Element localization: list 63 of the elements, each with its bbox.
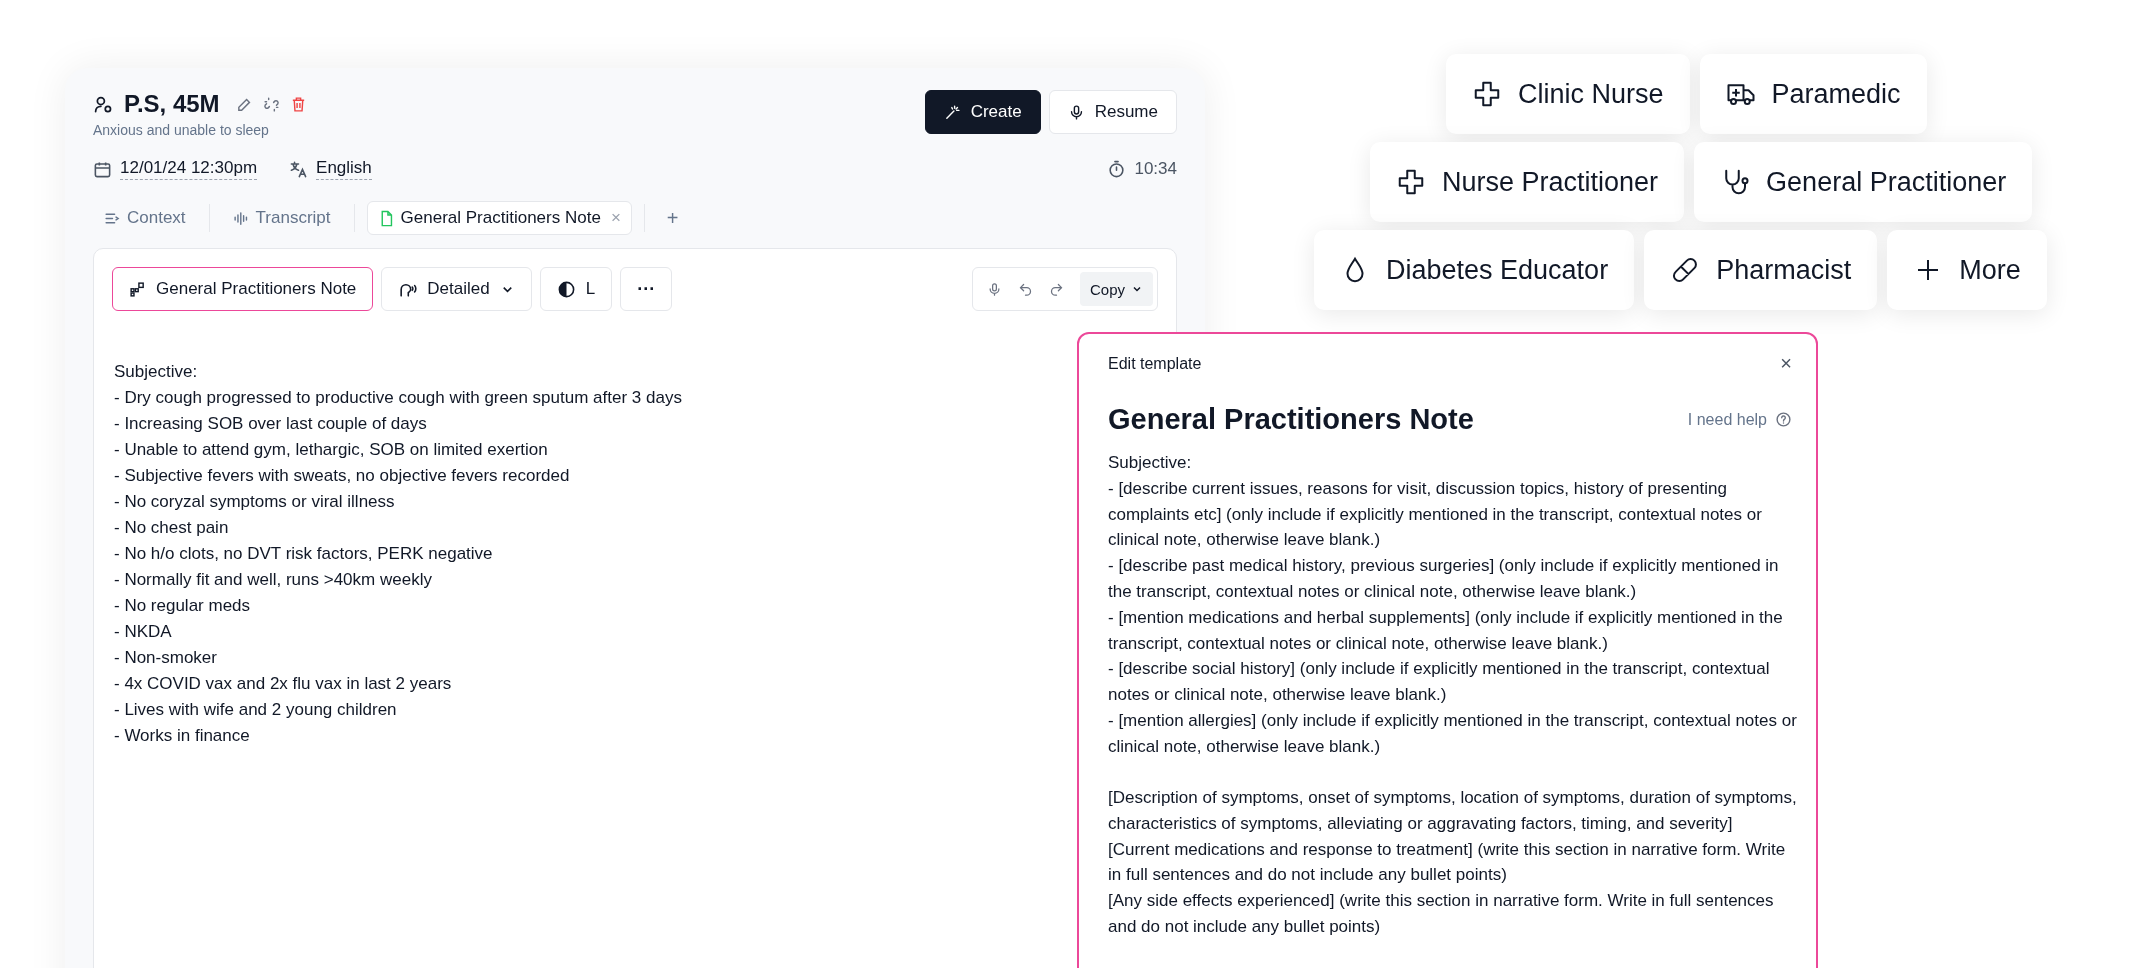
dialog-title: Edit template — [1108, 354, 1202, 373]
resume-button[interactable]: Resume — [1048, 90, 1177, 134]
help-link[interactable]: I need help — [1687, 410, 1767, 429]
role-chip[interactable]: Nurse Practitioner — [1370, 142, 1685, 222]
role-chip[interactable]: General Practitioner — [1694, 142, 2033, 222]
note-line: - No h/o clots, no DVT risk factors, PERK negative — [114, 543, 493, 565]
role-chip[interactable]: Diabetes Educator — [1314, 230, 1635, 310]
template-line: - [mention medications and herbal supplements] (only include if explicitly mentioned in the transcript, contextual notes or clinical note, otherwise leave blank.) — [1108, 606, 1784, 655]
cross-icon — [1396, 167, 1426, 197]
session-timer: 10:34 — [1134, 159, 1177, 179]
timer-icon — [1107, 159, 1127, 179]
note-line: - Unable to attend gym, lethargic, SOB on limited exertion — [114, 439, 548, 461]
cross-icon — [1472, 79, 1502, 109]
contrast-icon — [556, 279, 576, 299]
waveform-icon — [232, 209, 250, 227]
template-line: [Description of symptoms, onset of symptoms, location of symptoms, duration of symptoms, characteristics of symptoms, alleviating or aggravating factors, timing, and severity] — [1108, 787, 1798, 835]
role-chip[interactable]: Pharmacist — [1644, 230, 1878, 310]
create-button[interactable]: Create — [924, 90, 1041, 134]
note-line: Subjective: — [114, 361, 198, 383]
note-line: - No coryzal symptoms or viral illness — [114, 491, 395, 513]
note-line: - Lives with wife and 2 young children — [114, 699, 397, 721]
close-button[interactable]: × — [1780, 352, 1792, 375]
note-line: - Subjective fevers with sweats, no objective fevers recorded — [114, 465, 570, 487]
note-line: - NKDA — [114, 621, 172, 643]
language-selector[interactable]: English — [316, 158, 372, 180]
note-line: - Normally fit and well, runs >40km weekly — [114, 569, 432, 591]
copy-dropdown[interactable]: Copy — [1079, 272, 1153, 306]
template-line: - [describe social history] (only include if explicitly mentioned in the transcript, contextual notes or clinical note, otherwise leave blank.) — [1108, 658, 1771, 707]
template-line: [Current medications and response to treatment] (write this section in narrative form. Write in full sentences and do not include any bullet points) — [1108, 838, 1787, 887]
undo-icon[interactable] — [1017, 281, 1033, 297]
patient-summary: Anxious and unable to sleep — [93, 122, 270, 138]
note-line: - No regular meds — [114, 595, 251, 617]
note-line: - 4x COVID vax and 2x flu vax in last 2 years — [114, 673, 452, 695]
template-title: General Practitioners Note — [1108, 403, 1475, 436]
magic-wand-icon — [943, 103, 961, 121]
translate-icon — [289, 159, 309, 179]
calendar-icon — [93, 159, 112, 179]
template-line: - [describe current issues, reasons for visit, discussion topics, history of presenting complaints etc] (only include if explicitly mentioned in the transcript, contextual notes or clinical note, otherwise leave blank.) — [1108, 477, 1763, 552]
role-chip[interactable]: More — [1887, 230, 2047, 310]
size-button[interactable]: L — [539, 267, 613, 311]
help-icon[interactable] — [1775, 411, 1792, 428]
session-date[interactable]: 12/01/24 12:30pm — [120, 158, 258, 180]
template-line: [Any side effects experienced] (write this section in narrative form. Write in full sentences and do not include any bullet points) — [1108, 890, 1775, 939]
template-line: Subjective: — [1108, 452, 1193, 474]
add-tab-button[interactable]: + — [656, 206, 689, 230]
patient-name: P.S, 45M — [124, 90, 220, 118]
template-icon — [129, 280, 146, 298]
more-button[interactable]: ··· — [620, 267, 673, 311]
note-line: - Dry cough progressed to productive cough with green sputum after 3 days — [114, 387, 682, 409]
redo-icon[interactable] — [1048, 281, 1064, 297]
tab[interactable]: Transcript — [221, 201, 342, 235]
detail-dropdown[interactable]: Detailed — [381, 267, 532, 311]
note-line: - Works in finance — [114, 725, 250, 747]
note-line: - Non-smoker — [114, 647, 217, 669]
role-chip[interactable]: Paramedic — [1699, 54, 1927, 134]
template-button[interactable]: General Practitioners Note — [112, 267, 374, 311]
tab[interactable]: General Practitioners Note × — [366, 201, 632, 235]
tab[interactable]: Context — [93, 201, 197, 235]
role-chip[interactable]: Clinic Nurse — [1446, 54, 1690, 134]
template-line: - [describe past medical history, previous surgeries] (only include if explicitly mentioned in the transcript, contextual notes or clinical note, otherwise leave blank.) — [1108, 555, 1780, 603]
template-line: - [mention allergies] (only include if explicitly mentioned in the transcript, contextual notes or clinical note, otherwise leave blank.) — [1108, 709, 1798, 758]
note-line: - Increasing SOB over last couple of days — [114, 413, 427, 435]
note-line: - No chest pain — [114, 517, 229, 539]
